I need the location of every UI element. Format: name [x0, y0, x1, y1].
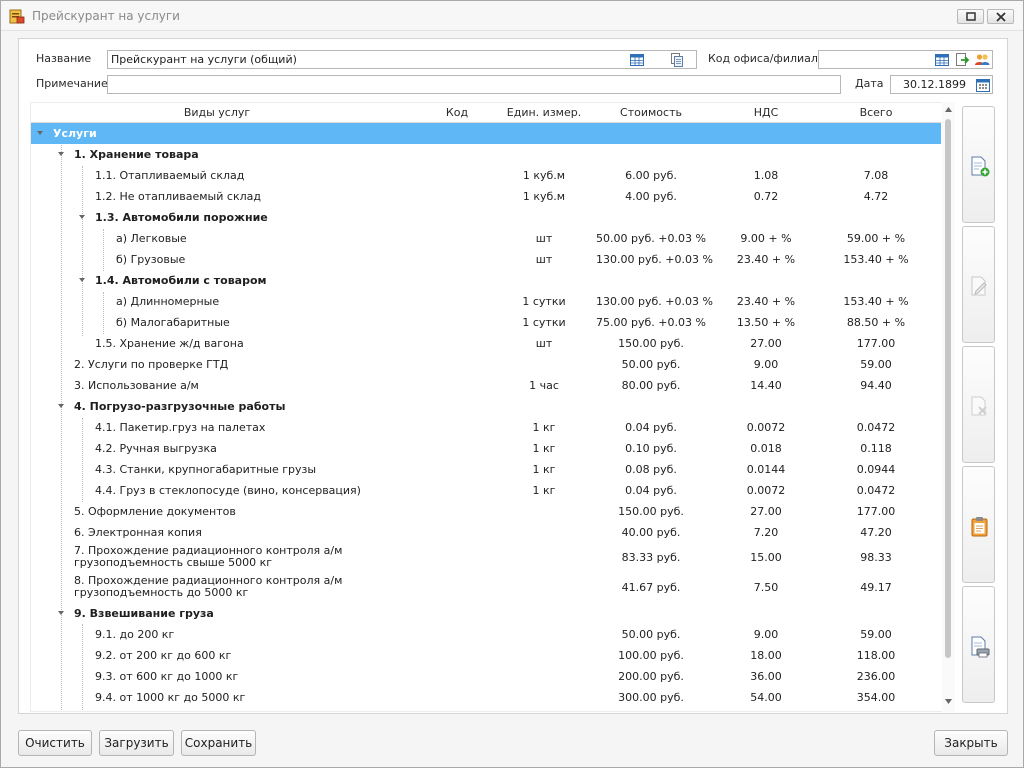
scroll-up-icon[interactable]	[945, 107, 952, 112]
load-button[interactable]: Загрузить	[99, 730, 174, 756]
tree-row[interactable]: а) Легковые шт 50.00 руб. +0.03 % 9.00 +…	[31, 228, 941, 249]
copy-document-icon[interactable]	[669, 52, 685, 68]
close-window-button[interactable]	[987, 9, 1014, 24]
tree-row[interactable]: 4.3. Станки, крупногабаритные грузы 1 кг…	[31, 459, 941, 480]
title-bar: Прейскурант на услуги	[1, 1, 1023, 31]
tree-row[interactable]: 1.1. Отапливаемый склад 1 куб.м 6.00 руб…	[31, 165, 941, 186]
tree-row[interactable]: 9.4. от 1000 кг до 5000 кг 300.00 руб. 5…	[31, 687, 941, 708]
office-code-field[interactable]	[818, 50, 993, 69]
tree-row[interactable]: б) Грузовые шт 130.00 руб. +0.03 % 23.40…	[31, 249, 941, 270]
column-header-unit[interactable]: Един. измер.	[496, 106, 592, 119]
tree-row[interactable]: 9.1. до 200 кг 50.00 руб. 9.00 59.00	[31, 624, 941, 645]
office-code-label: Код офиса/филиала	[708, 52, 825, 65]
collapse-arrow-icon[interactable]	[79, 278, 85, 282]
calendar-icon[interactable]	[975, 77, 991, 93]
save-button[interactable]: Сохранить	[181, 730, 256, 756]
date-value: 30.12.1899	[903, 78, 966, 91]
name-value: Прейскурант на услуги (общий)	[111, 53, 297, 66]
tree-row[interactable]: 7. Прохождение радиационного контроля а/…	[31, 543, 941, 573]
add-document-icon	[971, 156, 990, 177]
tree-row[interactable]: 4.4. Груз в стеклопосуде (вино, консерва…	[31, 480, 941, 501]
tree-row[interactable]: 4.2. Ручная выгрузка 1 кг 0.10 руб. 0.01…	[31, 438, 941, 459]
tree-row[interactable]: 1.5. Хранение ж/д вагона шт 150.00 руб. …	[31, 333, 941, 354]
date-field[interactable]: 30.12.1899	[890, 75, 993, 94]
column-header-code[interactable]: Код	[431, 106, 483, 119]
tree-row[interactable]: 3. Использование а/м 1 час 80.00 руб. 14…	[31, 375, 941, 396]
tree-row[interactable]: 5. Оформление документов 150.00 руб. 27.…	[31, 501, 941, 522]
column-header-service[interactable]: Виды услуг	[117, 106, 317, 119]
edit-item-button[interactable]	[962, 226, 995, 343]
add-item-button[interactable]	[962, 106, 995, 223]
collapse-arrow-icon[interactable]	[79, 215, 85, 219]
grid-header: Виды услуг Код Един. измер. Стоимость НД…	[31, 103, 941, 123]
delete-document-icon	[971, 396, 987, 416]
name-label: Название	[36, 52, 92, 65]
collapse-arrow-icon[interactable]	[37, 131, 43, 135]
go-to-record-icon[interactable]	[954, 52, 970, 68]
app-icon	[9, 9, 25, 24]
price-list-window: Прейскурант на услуги Название Прейскура…	[0, 0, 1024, 768]
maximize-icon	[966, 12, 976, 21]
print-document-icon	[971, 636, 990, 658]
clipboard-button[interactable]	[962, 466, 995, 583]
tree-row[interactable]: 1. Хранение товара	[31, 144, 941, 165]
close-icon	[996, 12, 1006, 22]
column-header-vat[interactable]: НДС	[721, 106, 811, 119]
tree-row[interactable]: 9. Взвешивание груза	[31, 603, 941, 624]
date-label: Дата	[855, 77, 884, 90]
delete-item-button[interactable]	[962, 346, 995, 463]
grid-scrollbar[interactable]	[942, 102, 955, 712]
tree-row[interactable]: 2. Услуги по проверке ГТД 50.00 руб. 9.0…	[31, 354, 941, 375]
tree-row[interactable]: 4. Погрузо-разгрузочные работы	[31, 396, 941, 417]
tree-row[interactable]: 9.3. от 600 кг до 1000 кг 200.00 руб. 36…	[31, 666, 941, 687]
collapse-arrow-icon[interactable]	[58, 152, 64, 156]
services-grid[interactable]: Виды услуг Код Един. измер. Стоимость НД…	[30, 102, 955, 712]
window-title: Прейскурант на услуги	[32, 9, 180, 23]
close-button[interactable]: Закрыть	[934, 730, 1008, 756]
edit-document-icon	[971, 276, 987, 296]
column-header-cost[interactable]: Стоимость	[596, 106, 706, 119]
note-field[interactable]	[107, 75, 841, 94]
collapse-arrow-icon[interactable]	[58, 404, 64, 408]
clear-button[interactable]: Очистить	[18, 730, 92, 756]
tree-row[interactable]: 8. Прохождение радиационного контроля а/…	[31, 573, 941, 603]
tree-row[interactable]: б) Малогабаритные 1 сутки 75.00 руб. +0.…	[31, 312, 941, 333]
tree-row[interactable]: Услуги	[31, 123, 941, 144]
note-label: Примечание	[36, 77, 108, 90]
tree-row[interactable]: 6. Электронная копия 40.00 руб. 7.20 47.…	[31, 522, 941, 543]
tree-row[interactable]: 9.2. от 200 кг до 600 кг 100.00 руб. 18.…	[31, 645, 941, 666]
collapse-arrow-icon[interactable]	[58, 611, 64, 615]
table-lookup-icon[interactable]	[629, 52, 645, 68]
clipboard-icon	[971, 517, 988, 537]
scroll-down-icon[interactable]	[945, 699, 952, 704]
column-header-total[interactable]: Всего	[826, 106, 926, 119]
tree-row[interactable]: 1.3. Автомобили порожние	[31, 207, 941, 228]
users-icon[interactable]	[974, 52, 990, 68]
table-lookup-icon[interactable]	[934, 52, 950, 68]
tree-row[interactable]: а) Длинномерные 1 сутки 130.00 руб. +0.0…	[31, 291, 941, 312]
scrollbar-thumb[interactable]	[945, 119, 951, 658]
maximize-button[interactable]	[957, 9, 984, 24]
name-field[interactable]: Прейскурант на услуги (общий)	[107, 50, 697, 69]
print-button[interactable]	[962, 586, 995, 703]
action-sidebar	[962, 102, 995, 709]
tree-row[interactable]: 1.2. Не отапливаемый склад 1 куб.м 4.00 …	[31, 186, 941, 207]
tree-row[interactable]: 1.4. Автомобили с товаром	[31, 270, 941, 291]
tree-row[interactable]: 4.1. Пакетир.груз на палетах 1 кг 0.04 р…	[31, 417, 941, 438]
